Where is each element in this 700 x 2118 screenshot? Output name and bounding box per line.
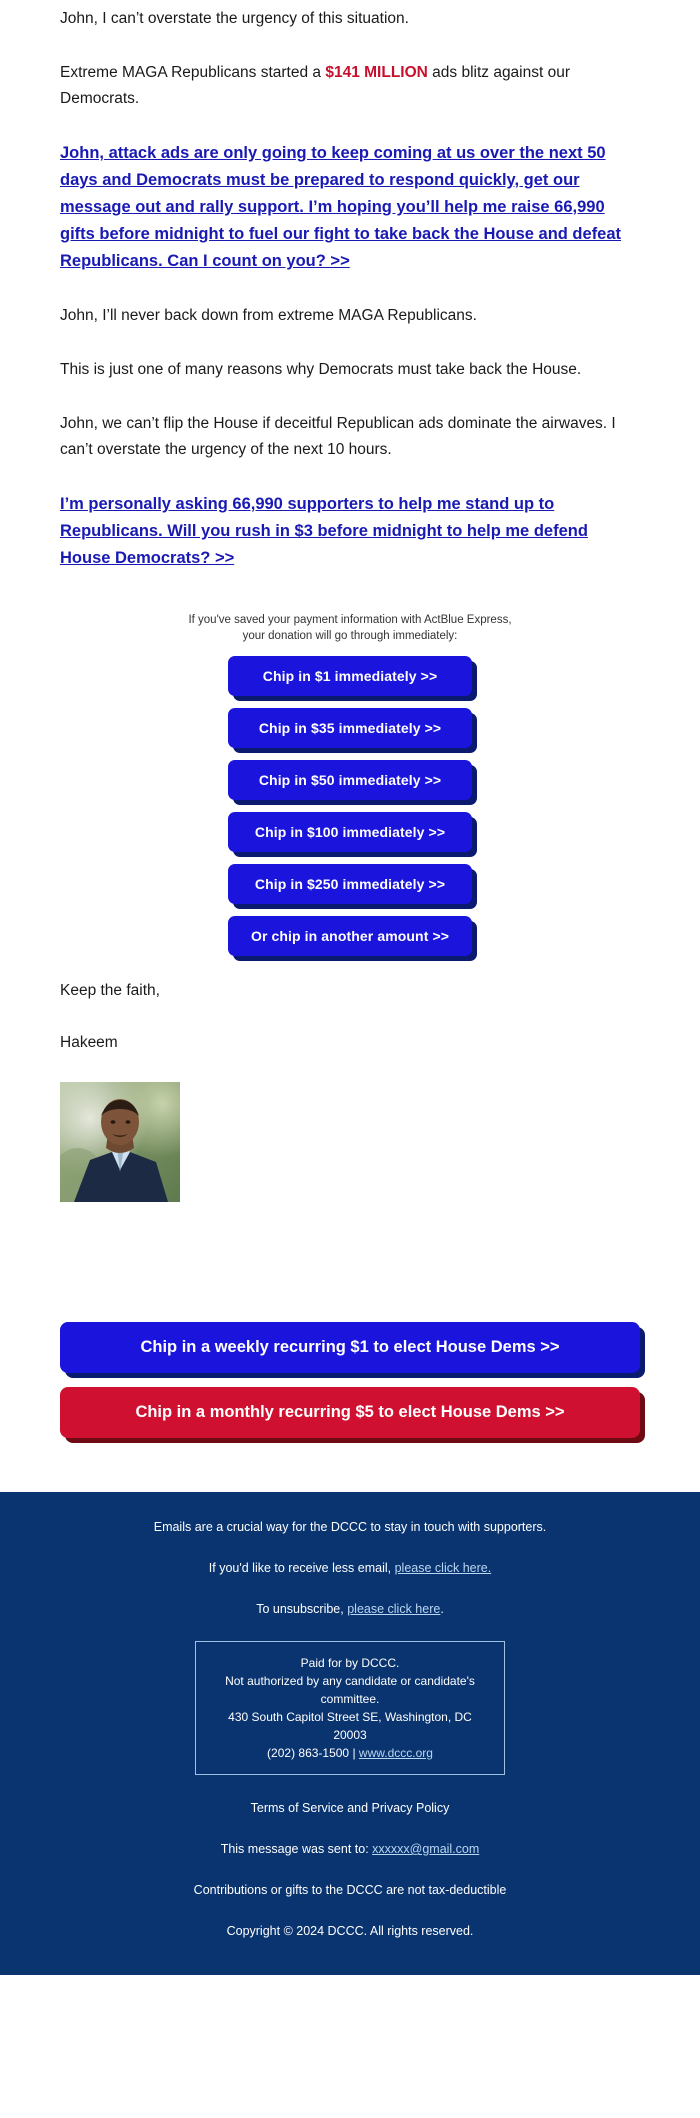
- donate-link-2[interactable]: I’m personally asking 66,990 supporters …: [60, 495, 588, 567]
- monthly-recurring-button[interactable]: Chip in a monthly recurring $5 to elect …: [60, 1387, 640, 1438]
- chip-in-250-button[interactable]: Chip in $250 immediately >>: [228, 864, 472, 904]
- sent-to-text: This message was sent to:: [220, 1842, 373, 1856]
- recipient-email-link[interactable]: xxxxxx@gmail.com: [372, 1842, 479, 1856]
- paragraph-4: This is just one of many reasons why Dem…: [60, 361, 582, 378]
- cta-link-block-1: John, attack ads are only going to keep …: [0, 140, 700, 275]
- donate-link-1[interactable]: John, attack ads are only going to keep …: [60, 144, 621, 270]
- recurring-donation-buttons: Chip in a weekly recurring $1 to elect H…: [0, 1322, 700, 1478]
- signer-name: Hakeem: [60, 1034, 118, 1051]
- sent-to-line: This message was sent to: xxxxxx@gmail.c…: [40, 1840, 660, 1859]
- paid-for-line: Paid for by DCCC.: [300, 1656, 400, 1670]
- chip-in-100-button[interactable]: Chip in $100 immediately >>: [228, 812, 472, 852]
- dccc-website-link[interactable]: www.dccc.org: [359, 1746, 433, 1760]
- paid-for-disclaimer-box: Paid for by DCCC. Not authorized by any …: [195, 1641, 505, 1775]
- copyright-text: Copyright © 2024 DCCC. All rights reserv…: [226, 1924, 474, 1938]
- unsubscribe-text: To unsubscribe,: [256, 1602, 348, 1616]
- signoff-text: Keep the faith,: [60, 982, 160, 999]
- donation-amount-buttons: Chip in $1 immediately >> Chip in $35 im…: [0, 654, 700, 978]
- chip-in-50-button[interactable]: Chip in $50 immediately >>: [228, 760, 472, 800]
- paragraph-5: John, we can’t flip the House if deceitf…: [60, 415, 616, 458]
- actblue-express-note: If you've saved your payment information…: [0, 600, 700, 654]
- footer-intro-text: Emails are a crucial way for the DCCC to…: [153, 1520, 547, 1534]
- address-line: 430 South Capitol Street SE, Washington,…: [228, 1710, 472, 1742]
- paragraph-2: Extreme MAGA Republicans started a $141 …: [0, 60, 700, 112]
- actblue-note-line-2: your donation will go through immediatel…: [242, 630, 458, 642]
- footer-unsubscribe-line: To unsubscribe, please click here.: [40, 1600, 660, 1619]
- phone-text: (202) 863-1500 |: [267, 1746, 359, 1760]
- chip-in-other-amount-button[interactable]: Or chip in another amount >>: [228, 916, 472, 956]
- chip-in-1-button[interactable]: Chip in $1 immediately >>: [228, 656, 472, 696]
- email-body: John, I can’t overstate the urgency of t…: [0, 0, 700, 1975]
- message-content: John, I can’t overstate the urgency of t…: [0, 0, 700, 1492]
- phone-and-site-line: (202) 863-1500 | www.dccc.org: [210, 1744, 490, 1762]
- email-footer: Emails are a crucial way for the DCCC to…: [0, 1492, 700, 1975]
- paragraph-3: John, I’ll never back down from extreme …: [60, 307, 477, 324]
- unsubscribe-link[interactable]: please click here: [347, 1602, 440, 1616]
- unsubscribe-period: .: [440, 1602, 444, 1616]
- paragraph-2-before: Extreme MAGA Republicans started a: [60, 64, 326, 81]
- chip-in-35-button[interactable]: Chip in $35 immediately >>: [228, 708, 472, 748]
- tax-deductible-note: Contributions or gifts to the DCCC are n…: [193, 1883, 507, 1897]
- dollar-amount-highlight: $141 MILLION: [325, 64, 428, 81]
- vertical-spacer: [0, 1202, 700, 1322]
- less-email-text: If you'd like to receive less email,: [208, 1561, 395, 1575]
- terms-and-privacy-link[interactable]: Terms of Service and Privacy Policy: [40, 1799, 660, 1818]
- actblue-note-line-1: If you've saved your payment information…: [188, 614, 512, 626]
- signature-photo-wrap: [0, 1076, 700, 1202]
- weekly-recurring-button[interactable]: Chip in a weekly recurring $1 to elect H…: [60, 1322, 640, 1373]
- cta-link-block-2: I’m personally asking 66,990 supporters …: [0, 491, 700, 572]
- hakeem-jeffries-photo: [60, 1082, 180, 1202]
- not-authorized-line: Not authorized by any candidate or candi…: [225, 1674, 475, 1706]
- less-email-link[interactable]: please click here.: [395, 1561, 492, 1575]
- footer-less-email-line: If you'd like to receive less email, ple…: [40, 1559, 660, 1578]
- paragraph-1: John, I can’t overstate the urgency of t…: [60, 10, 409, 27]
